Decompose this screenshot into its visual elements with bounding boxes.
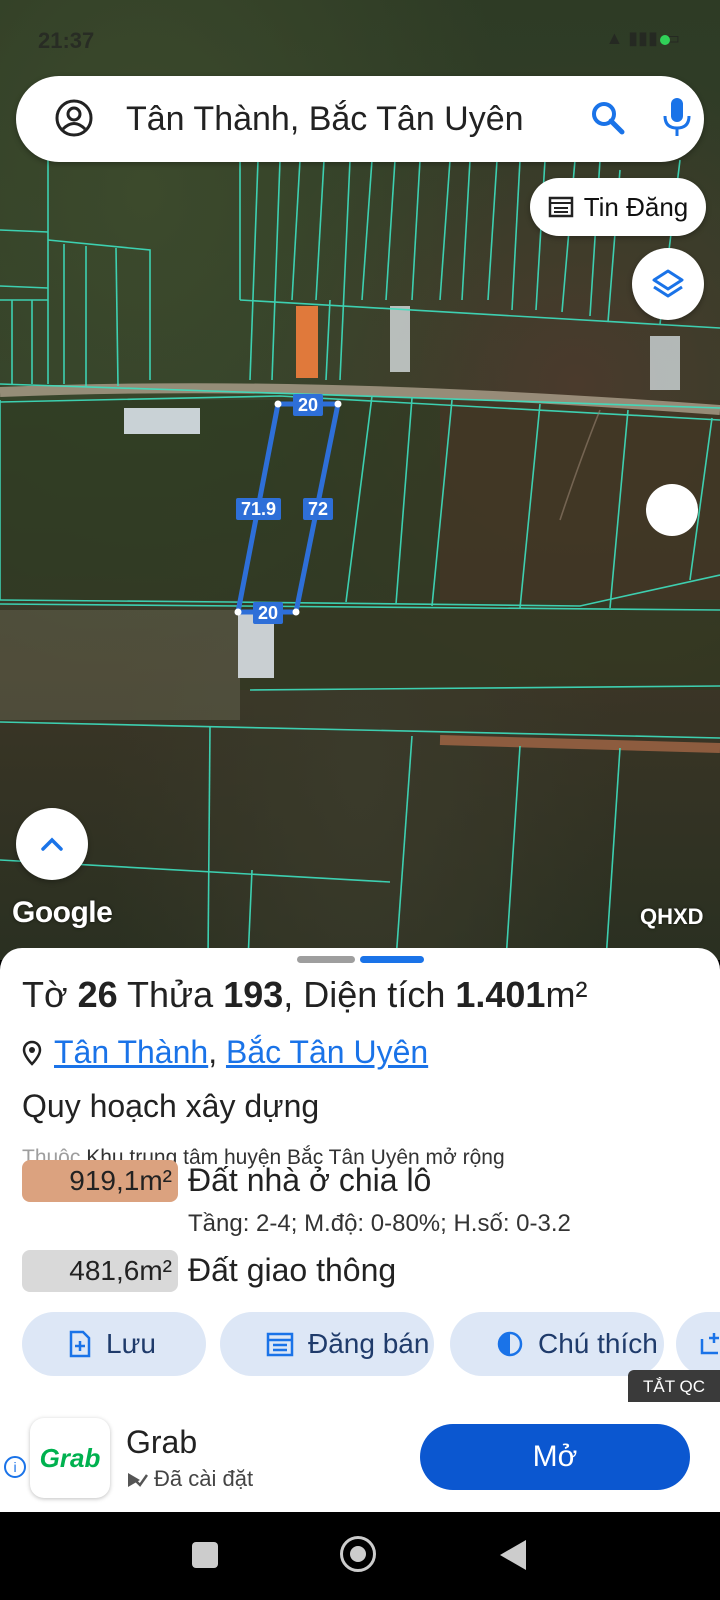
area-unit: m² xyxy=(545,974,588,1015)
lot-label: Thửa xyxy=(127,974,214,1015)
status-bar: 21:37 ▲ ▮▮▮ ▭ xyxy=(0,0,720,80)
add-photo-icon xyxy=(700,1333,719,1355)
search-icon[interactable] xyxy=(590,100,626,136)
dimension-label-bottom: 20 xyxy=(253,602,284,624)
commune-link[interactable]: Tân Thành xyxy=(54,1034,208,1070)
legend-button[interactable]: Chú thích xyxy=(450,1312,664,1376)
layer-label: QHXD xyxy=(640,904,704,929)
tin-dang-button[interactable]: Tin Đăng xyxy=(530,178,706,236)
dimension-label-top: 20 xyxy=(293,394,324,416)
ad-status-label: Đã cài đặt xyxy=(154,1466,254,1491)
installed-check-icon xyxy=(128,1473,148,1487)
ad-app-name: Grab xyxy=(126,1424,198,1460)
ad-banner[interactable]: i Grab Grab Đã cài đặt Mở xyxy=(0,1402,720,1512)
layers-button[interactable] xyxy=(632,248,704,320)
location-separator: , xyxy=(208,1034,218,1070)
dimension-label-left: 71.9 xyxy=(236,498,282,520)
account-icon[interactable] xyxy=(54,98,94,138)
parcel-info-sheet[interactable]: Tờ 26 Thửa 193, Diện tích 1.401m² Tân Th… xyxy=(0,948,720,1402)
google-logo: Google xyxy=(12,896,113,929)
back-button[interactable] xyxy=(500,1540,526,1570)
listing-icon xyxy=(548,196,573,218)
sheet-prefix: Tờ xyxy=(22,974,68,1015)
home-button[interactable] xyxy=(340,1536,376,1572)
save-label: Lưu xyxy=(106,1328,156,1359)
sheet-number: 26 xyxy=(77,974,118,1015)
expand-up-button[interactable] xyxy=(16,808,88,880)
mic-icon[interactable] xyxy=(662,96,692,140)
listing-icon xyxy=(266,1332,294,1357)
area-value: 1.401 xyxy=(455,974,546,1015)
location-marker-button[interactable] xyxy=(646,484,698,536)
dimension-label-right: 72 xyxy=(303,498,334,520)
recents-button[interactable] xyxy=(192,1542,218,1568)
search-query-text[interactable]: Tân Thành, Bắc Tân Uyên xyxy=(126,100,524,139)
satellite-map[interactable]: 20 71.9 72 20 21:37 ▲ ▮▮▮ ▭ Tân Thành, B… xyxy=(0,0,720,960)
close-ads-button[interactable]: TẮT QC xyxy=(628,1370,720,1404)
zone-name: Đất nhà ở chia lô xyxy=(188,1162,432,1198)
sheet-handle[interactable] xyxy=(297,956,355,963)
sell-label: Đăng bán xyxy=(308,1328,430,1359)
ad-open-button[interactable]: Mở xyxy=(420,1424,690,1490)
more-action-button[interactable] xyxy=(676,1312,720,1376)
area-label: , Diện tích xyxy=(283,974,446,1015)
chevron-up-icon xyxy=(41,837,63,851)
location-pin-icon xyxy=(22,1040,42,1066)
layers-icon xyxy=(652,269,684,298)
zone-area-badge: 481,6m² xyxy=(22,1250,178,1292)
zone-name: Đất giao thông xyxy=(188,1252,397,1288)
info-icon[interactable]: i xyxy=(4,1456,26,1478)
zone-area-badge: 919,1m² xyxy=(22,1160,178,1202)
tin-dang-label: Tin Đăng xyxy=(583,191,689,222)
plan-title: Quy hoạch xây dựng xyxy=(22,1088,320,1124)
file-add-icon xyxy=(69,1330,91,1358)
status-time: 21:37 xyxy=(38,28,95,53)
lot-number: 193 xyxy=(223,974,284,1015)
sheet-handle-active[interactable] xyxy=(360,956,424,963)
sell-button[interactable]: Đăng bán xyxy=(220,1312,434,1376)
parcel-title: Tờ 26 Thửa 193, Diện tích 1.401m² xyxy=(22,974,587,1016)
location-row: Tân Thành, Bắc Tân Uyên xyxy=(22,1034,428,1071)
ad-install-status: Đã cài đặt xyxy=(126,1466,253,1492)
contrast-icon xyxy=(497,1331,523,1357)
grab-app-logo: Grab xyxy=(30,1418,110,1498)
zone-specs: Tầng: 2-4; M.độ: 0-80%; H.số: 0-3.2 xyxy=(188,1210,571,1237)
legend-label: Chú thích xyxy=(538,1328,658,1359)
status-privacy-dot xyxy=(660,35,670,45)
search-bar[interactable]: Tân Thành, Bắc Tân Uyên xyxy=(16,76,704,162)
system-navigation-bar xyxy=(0,1512,720,1600)
district-link[interactable]: Bắc Tân Uyên xyxy=(226,1034,428,1070)
save-button[interactable]: Lưu xyxy=(22,1312,206,1376)
